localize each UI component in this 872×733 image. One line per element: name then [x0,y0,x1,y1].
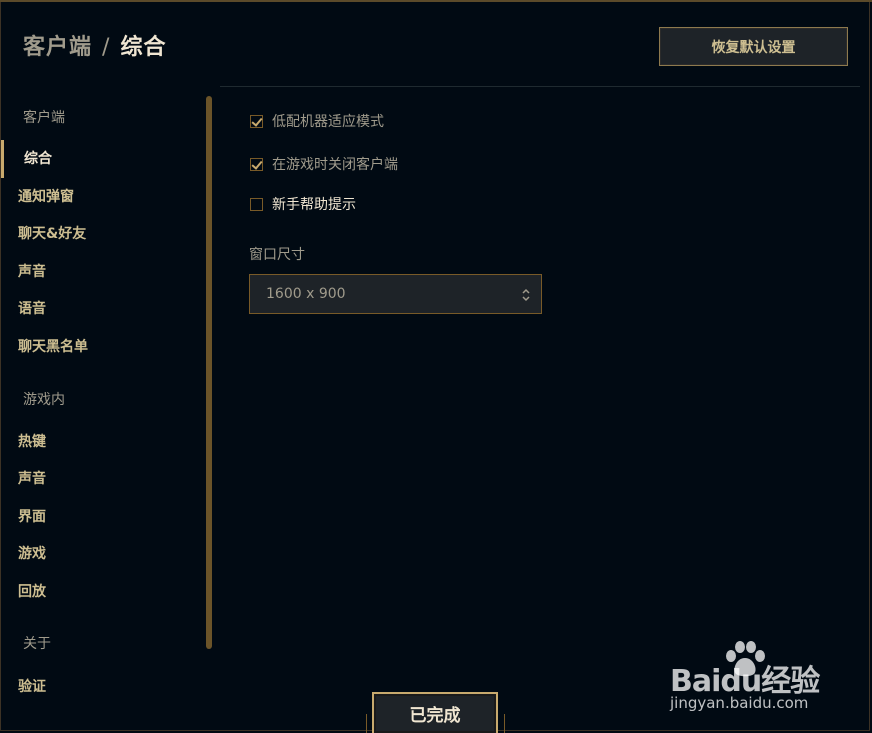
window-size-select[interactable]: 1600 x 900 [249,274,542,314]
baidu-watermark: Baidu经验 jingyan.baidu.com [670,640,830,715]
sidebar-item-general[interactable]: 综合 [24,148,52,168]
sidebar-item-sound[interactable]: 声音 [18,261,46,281]
window-top-border [0,0,872,2]
sidebar-item-replays[interactable]: 回放 [18,581,46,601]
breadcrumb-client[interactable]: 客户端 [23,35,92,60]
window-size-label: 窗口尺寸 [249,247,305,263]
tutorial-tips-label: 新手帮助提示 [272,197,356,213]
sidebar-item-voice[interactable]: 语音 [18,298,46,318]
sidebar-section-about: 关于 [23,636,51,652]
window-frame [0,0,870,731]
watermark-url: jingyan.baidu.com [670,694,809,712]
window-size-value: 1600 x 900 [266,286,346,302]
sidebar-section-client: 客户端 [23,110,65,126]
active-item-indicator [1,140,4,178]
done-button-left-ornament [366,714,367,733]
done-button[interactable]: 已完成 [372,692,498,733]
sidebar-scrollbar[interactable] [206,96,212,649]
sidebar-item-notifications[interactable]: 通知弹窗 [18,186,74,206]
breadcrumb-separator: / [102,35,111,60]
sidebar-item-verification[interactable]: 验证 [18,676,46,696]
sidebar-item-chat-friends[interactable]: 聊天&好友 [18,223,86,243]
sidebar-item-hotkeys[interactable]: 热键 [18,431,46,451]
sidebar-item-ingame-sound[interactable]: 声音 [18,468,46,488]
sidebar-item-game[interactable]: 游戏 [18,543,46,563]
breadcrumb-current: 综合 [120,35,167,60]
close-client-ingame-option[interactable]: 在游戏时关闭客户端 [250,154,398,174]
sidebar-item-interface[interactable]: 界面 [18,506,46,526]
sidebar-section-ingame: 游戏内 [23,392,65,408]
restore-defaults-button[interactable]: 恢复默认设置 [659,27,848,66]
done-button-right-ornament [504,714,505,733]
low-spec-mode-label: 低配机器适应模式 [272,114,384,130]
close-client-ingame-checkbox[interactable] [250,157,263,171]
header-divider [220,86,860,87]
low-spec-mode-option[interactable]: 低配机器适应模式 [250,111,384,131]
close-client-ingame-label: 在游戏时关闭客户端 [272,157,398,173]
sidebar-item-chat-blocklist[interactable]: 聊天黑名单 [18,336,88,356]
low-spec-mode-checkbox[interactable] [250,114,263,128]
updown-chevron-icon [522,288,530,302]
tutorial-tips-option[interactable]: 新手帮助提示 [250,194,356,214]
page-title: 客户端 / 综合 [23,29,166,61]
tutorial-tips-checkbox[interactable] [250,197,263,211]
